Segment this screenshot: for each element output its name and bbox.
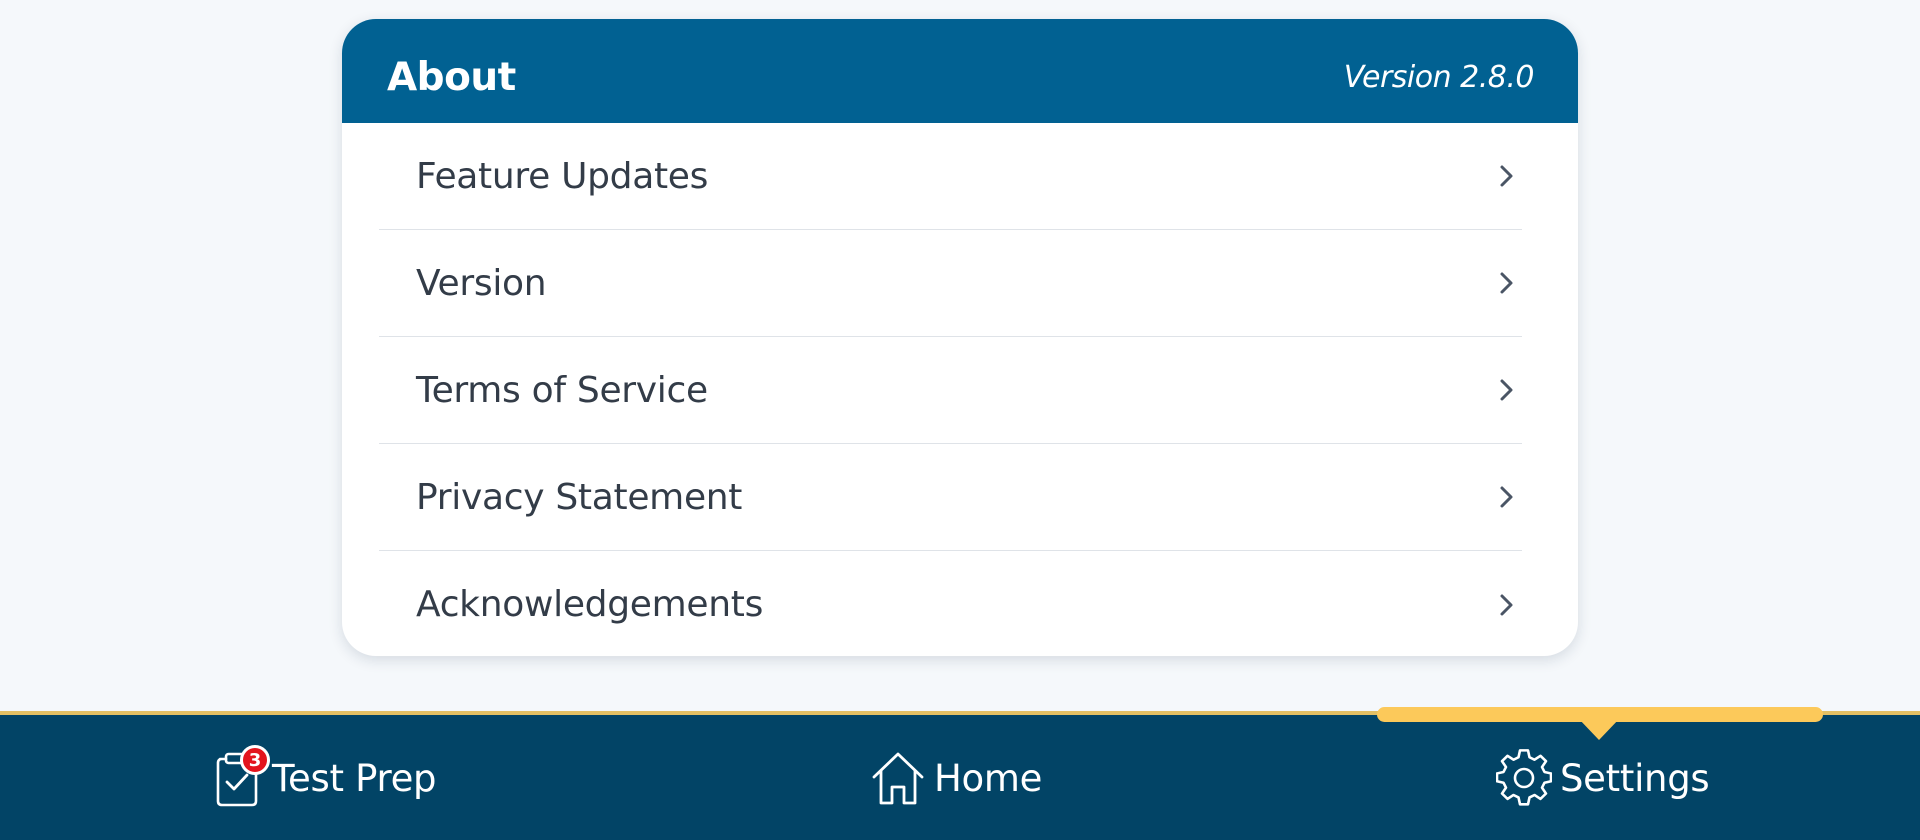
nav-label: Test Prep bbox=[272, 756, 437, 800]
nav-settings[interactable]: Settings bbox=[1495, 748, 1710, 808]
chevron-right-icon bbox=[1500, 272, 1513, 294]
chevron-right-icon bbox=[1500, 594, 1513, 615]
settings-page: About Version 2.8.0 Feature Updates Vers… bbox=[0, 0, 1920, 840]
nav-label: Home bbox=[934, 756, 1043, 800]
about-item-acknowledgements[interactable]: Acknowledgements bbox=[379, 551, 1522, 656]
about-item-label: Privacy Statement bbox=[416, 476, 743, 518]
about-item-label: Acknowledgements bbox=[416, 584, 764, 625]
about-item-terms-of-service[interactable]: Terms of Service bbox=[379, 337, 1522, 444]
active-tab-caret bbox=[1578, 718, 1620, 740]
about-card: About Version 2.8.0 Feature Updates Vers… bbox=[342, 19, 1578, 656]
about-item-label: Feature Updates bbox=[416, 155, 709, 197]
version-label: Version 2.8.0 bbox=[1343, 59, 1535, 95]
about-card-header: About Version 2.8.0 bbox=[342, 19, 1578, 123]
chevron-right-icon bbox=[1500, 486, 1513, 508]
chevron-right-icon bbox=[1500, 379, 1513, 401]
about-list: Feature Updates Version Terms of Service… bbox=[342, 123, 1578, 656]
nav-label: Settings bbox=[1560, 756, 1710, 800]
clipboard-check-icon: 3 bbox=[208, 745, 270, 807]
chevron-right-icon bbox=[1500, 165, 1513, 187]
about-item-version[interactable]: Version bbox=[379, 230, 1522, 337]
about-item-privacy-statement[interactable]: Privacy Statement bbox=[379, 444, 1522, 551]
about-item-label: Version bbox=[416, 262, 547, 304]
gear-icon bbox=[1495, 749, 1553, 807]
notification-badge: 3 bbox=[240, 745, 270, 775]
about-item-label: Terms of Service bbox=[416, 369, 708, 411]
about-title: About bbox=[387, 54, 516, 100]
about-item-feature-updates[interactable]: Feature Updates bbox=[379, 123, 1522, 230]
nav-home[interactable]: Home bbox=[870, 748, 1042, 808]
home-icon bbox=[870, 749, 926, 807]
nav-test-prep[interactable]: 3 Test Prep bbox=[208, 745, 437, 808]
